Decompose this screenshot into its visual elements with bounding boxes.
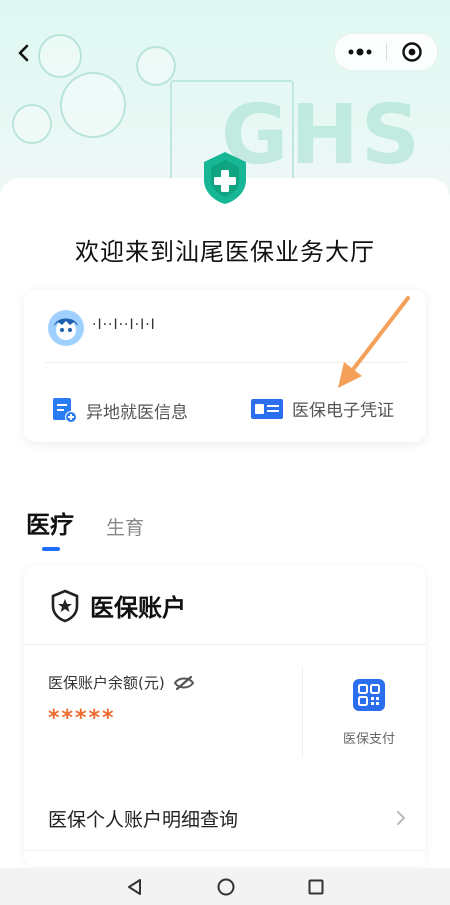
balance-vertical-divider [302,666,303,758]
medical-pay-label: 医保支付 [342,732,395,747]
account-divider [24,644,426,645]
account-header: 医保账户 [50,588,186,623]
document-plus-icon [53,398,77,423]
tab-medical[interactable]: 医疗 [26,505,74,551]
avatar-cartoon-icon [48,310,84,346]
qr-code-icon [353,679,385,711]
welcome-title: 欢迎来到汕尾医保业务大厅 [75,238,375,266]
medical-e-voucher-button[interactable]: 医保电子凭证 [250,396,394,421]
offsite-medical-info-label: 异地就医信息 [86,402,188,423]
target-circle-icon [402,42,422,62]
user-name: ·I··I··I·I·I [92,317,156,333]
system-nav-bar [0,868,450,905]
balance-label: 医保账户余额(元) [48,674,165,692]
deco-coin-icon [136,46,176,86]
back-button[interactable] [8,38,38,68]
nav-back-icon[interactable] [125,877,145,897]
medical-e-voucher-label: 医保电子凭证 [292,401,394,421]
chevron-left-icon [18,44,29,62]
balance-label-row: 医保账户余额(元) [48,672,195,693]
account-card: 医保账户 医保账户余额(元) ***** 医保支付 医保个人账户明细查询 [24,566,426,866]
deco-pill-icon [38,34,82,78]
id-card-icon [251,398,283,419]
tab-maternity[interactable]: 生育 [106,513,144,540]
category-tabs: 医疗 生育 [26,505,144,551]
more-button[interactable] [335,34,386,70]
mini-program-capsule [334,33,438,71]
avatar[interactable] [48,310,84,346]
shield-star-icon [51,589,79,622]
account-detail-query-row[interactable]: 医保个人账户明细查询 [48,802,406,834]
balance-value: ***** [48,706,116,731]
offsite-medical-info-button[interactable]: 异地就医信息 [50,396,188,424]
annotation-arrow-icon [338,296,410,388]
medical-pay-button[interactable]: 医保支付 [324,678,414,747]
shield-logo-icon [204,152,246,204]
more-dots-icon [348,48,372,56]
close-program-button[interactable] [387,34,438,70]
detail-divider [24,850,426,851]
eye-hidden-icon[interactable] [173,675,195,690]
nav-home-icon[interactable] [216,877,236,897]
account-title: 医保账户 [90,594,186,622]
chevron-right-icon [397,811,405,825]
deco-doctor-icon [60,72,126,138]
hero-watermark: GHS [221,88,422,183]
deco-syringe-icon [12,104,52,144]
account-detail-query-label: 医保个人账户明细查询 [48,808,239,831]
nav-recents-icon[interactable] [307,878,325,896]
